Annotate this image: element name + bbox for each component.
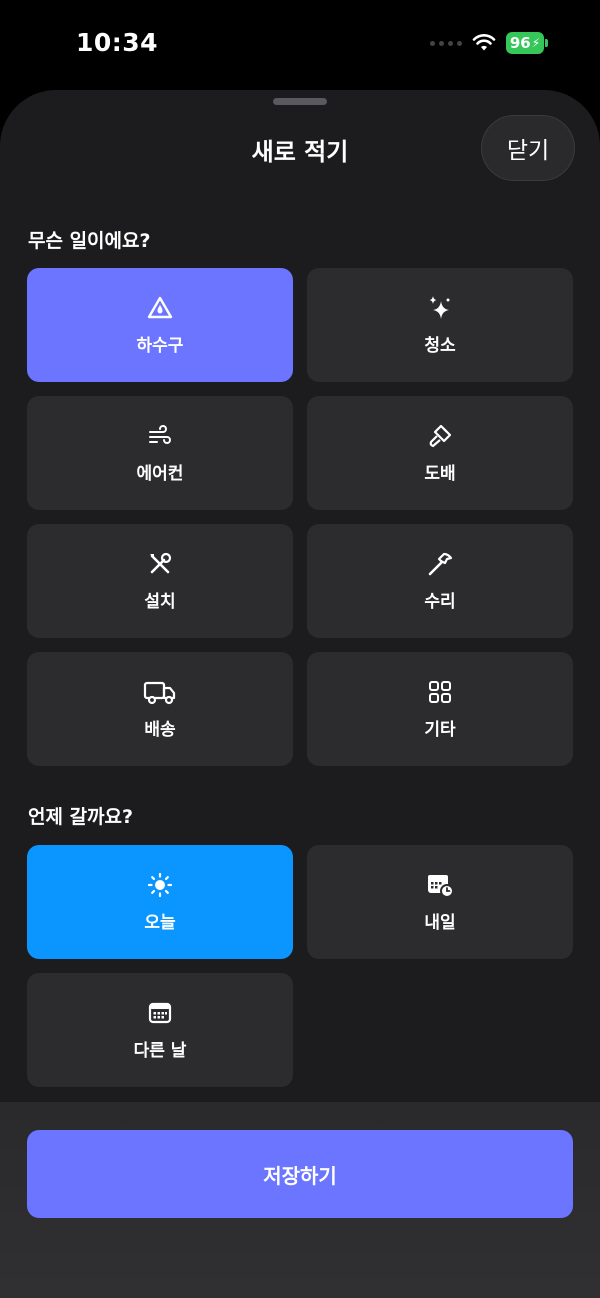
category-label: 청소 bbox=[424, 335, 456, 356]
wind-icon bbox=[149, 424, 171, 444]
category-tile-repair[interactable]: 수리 bbox=[307, 524, 573, 638]
grid-icon bbox=[429, 680, 451, 703]
category-label: 도배 bbox=[424, 463, 456, 484]
save-button[interactable]: 저장하기 bbox=[27, 1130, 573, 1218]
category-label: 설치 bbox=[144, 591, 176, 612]
close-button[interactable]: 닫기 bbox=[481, 115, 575, 181]
paint-brush-icon bbox=[429, 424, 452, 447]
category-tile-aircon[interactable]: 에어컨 bbox=[27, 396, 293, 510]
wifi-icon bbox=[472, 34, 496, 51]
category-label: 기타 bbox=[424, 719, 456, 740]
new-entry-sheet: 새로 적기 닫기 무슨 일이에요? 하수구 청소 에어컨 도배 설치 수리 배송… bbox=[0, 90, 600, 1298]
calendar-icon bbox=[148, 1002, 172, 1023]
when-tile-tomorrow[interactable]: 내일 bbox=[307, 845, 573, 959]
sheet-grabber[interactable] bbox=[273, 98, 327, 105]
drain-icon bbox=[147, 296, 173, 318]
sun-icon bbox=[147, 872, 173, 897]
battery-level: 96 bbox=[509, 34, 531, 52]
signal-icon bbox=[430, 40, 462, 46]
category-section-label: 무슨 일이에요? bbox=[28, 230, 151, 252]
truck-icon bbox=[143, 681, 176, 704]
hammer-icon bbox=[428, 552, 453, 575]
category-label: 하수구 bbox=[136, 335, 184, 356]
when-label: 내일 bbox=[424, 912, 456, 933]
battery-indicator: 96 ⚡ bbox=[506, 32, 548, 54]
category-tile-install[interactable]: 설치 bbox=[27, 524, 293, 638]
category-tile-delivery[interactable]: 배송 bbox=[27, 652, 293, 766]
calendar-clock-icon bbox=[428, 874, 454, 898]
category-tile-other[interactable]: 기타 bbox=[307, 652, 573, 766]
wrench-screwdriver-icon bbox=[150, 552, 172, 573]
category-tile-cleaning[interactable]: 청소 bbox=[307, 268, 573, 382]
bottom-action-area: 저장하기 bbox=[0, 1102, 600, 1298]
when-tile-other-day[interactable]: 다른 날 bbox=[27, 973, 293, 1087]
status-time: 10:34 bbox=[76, 28, 159, 57]
category-grid: 하수구 청소 에어컨 도배 설치 수리 배송 기타 bbox=[27, 268, 573, 766]
category-label: 에어컨 bbox=[136, 463, 184, 484]
when-label: 다른 날 bbox=[133, 1040, 187, 1061]
when-section-label: 언제 갈까요? bbox=[28, 806, 134, 828]
when-label: 오늘 bbox=[144, 912, 176, 933]
category-label: 배송 bbox=[144, 719, 176, 740]
status-bar: 10:34 96 ⚡ bbox=[0, 0, 600, 90]
category-label: 수리 bbox=[424, 591, 456, 612]
category-tile-wallpaper[interactable]: 도배 bbox=[307, 396, 573, 510]
category-tile-drain[interactable]: 하수구 bbox=[27, 268, 293, 382]
charging-icon: ⚡ bbox=[531, 36, 541, 50]
when-grid: 오늘 내일 다른 날 bbox=[27, 845, 573, 1087]
status-indicators: 96 ⚡ bbox=[430, 32, 548, 54]
when-tile-today[interactable]: 오늘 bbox=[27, 845, 293, 959]
sparkles-icon bbox=[429, 295, 450, 319]
